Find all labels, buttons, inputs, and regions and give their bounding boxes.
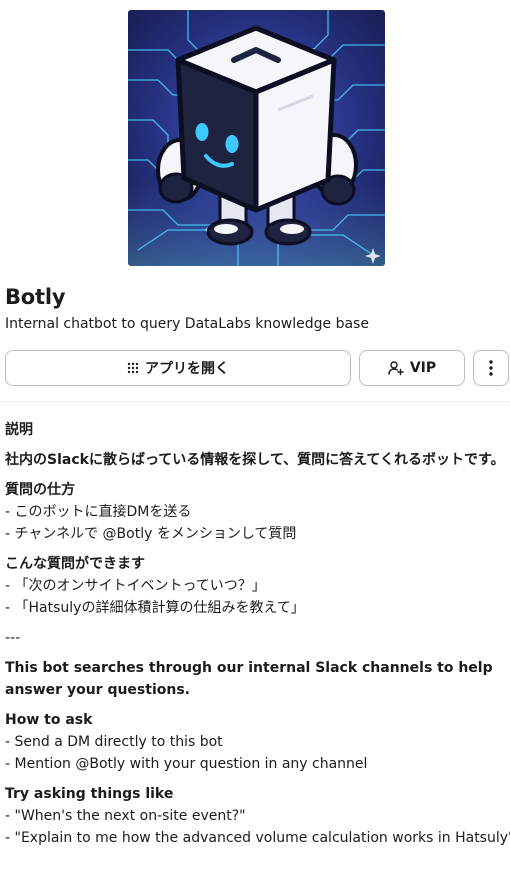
app-description: Internal chatbot to query DataLabs knowl… xyxy=(5,316,369,332)
list-item: - Mention @Botly with your question in a… xyxy=(5,756,368,772)
about-section: 説明 社内のSlackに散らばっている情報を探して、質問に答えてくれるボットです… xyxy=(5,419,510,849)
vip-label: VIP xyxy=(409,360,437,376)
app-name: Botly xyxy=(5,285,66,309)
how-to-ask-heading-en: How to ask xyxy=(5,712,93,728)
more-actions-button[interactable] xyxy=(473,350,509,386)
open-app-label: アプリを開く xyxy=(145,361,229,377)
how-to-ask-heading-ja: 質問の仕方 xyxy=(5,482,75,498)
about-intro: 社内のSlackに散らばっている情報を探して、質問に答えてくれるボットです。 xyxy=(5,452,505,468)
separator-text: --- xyxy=(5,630,21,646)
section-divider xyxy=(0,401,510,402)
vertical-ellipsis-icon xyxy=(489,360,493,376)
list-item: - "Explain to me how the advanced volume… xyxy=(5,830,510,846)
add-person-icon xyxy=(388,360,404,376)
list-item: - Send a DM directly to this bot xyxy=(5,734,223,750)
list-item: - このボットに直接DMを送る xyxy=(5,504,192,520)
try-asking-heading-en: Try asking things like xyxy=(5,786,174,802)
about-intro-en: This bot searches through our internal S… xyxy=(5,660,493,698)
list-item: - 「次のオンサイトイベントっていつ？」 xyxy=(5,578,266,594)
robot-cube-logo xyxy=(128,10,385,266)
try-asking-heading-ja: こんな質問ができます xyxy=(5,556,145,572)
open-app-button[interactable]: アプリを開く xyxy=(5,350,351,386)
about-heading: 説明 xyxy=(5,422,33,438)
app-avatar xyxy=(128,10,385,266)
list-item: - 「Hatsulyの詳細体積計算の仕組みを教えて」 xyxy=(5,600,305,616)
list-item: - チャンネルで @Botly をメンションして質問 xyxy=(5,526,297,542)
vip-button[interactable]: VIP xyxy=(359,350,465,386)
list-item: - "When's the next on-site event?" xyxy=(5,808,246,824)
grid-dots-icon xyxy=(127,362,139,374)
